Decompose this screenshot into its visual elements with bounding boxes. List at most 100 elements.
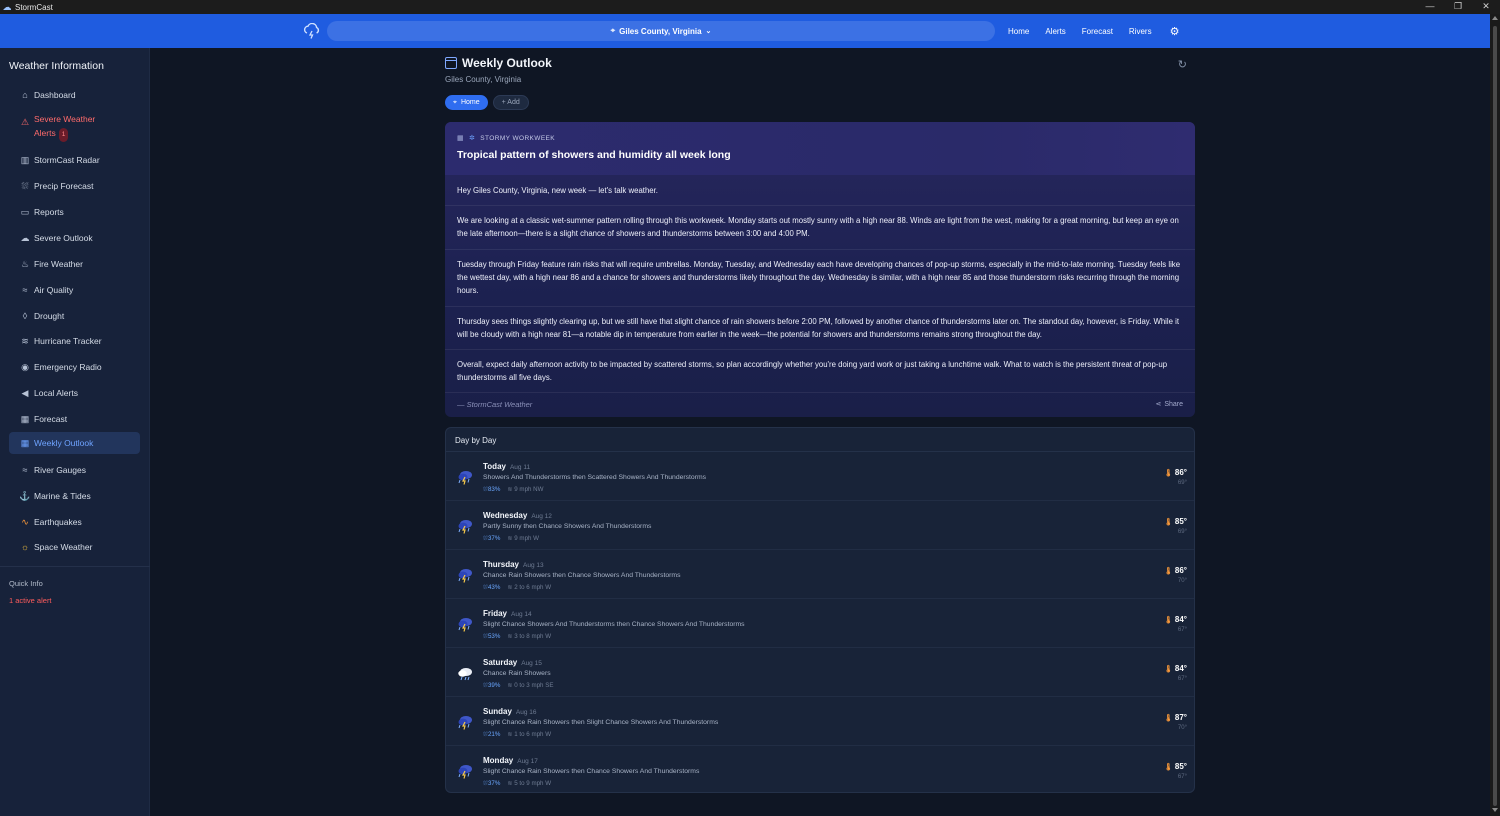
high-temp-value: 84° <box>1174 615 1187 624</box>
flame-icon: ♨ <box>20 258 30 269</box>
gear-icon[interactable]: ⚙ <box>1170 25 1180 38</box>
day-row[interactable]: Wednesday Aug 12 Partly Sunny then Chance … <box>446 501 1194 550</box>
low-temp: 69° <box>1177 529 1187 535</box>
scroll-up-arrow-icon[interactable] <box>1492 16 1498 20</box>
pin-icon: ⌖ <box>453 98 457 106</box>
sidebar-item-severe-weather-alerts[interactable]: ⚠ Severe Weather Alerts 1 <box>9 112 140 142</box>
sidebar-divider <box>0 566 150 567</box>
sidebar-item-stormcast-radar[interactable]: ▥ StormCast Radar <box>9 151 140 169</box>
calendar-icon <box>445 57 457 69</box>
day-row[interactable]: Friday Aug 14 Slight Chance Showers And Th… <box>446 599 1194 648</box>
page-title: Weekly Outlook <box>462 56 552 70</box>
paragraph-divider <box>445 205 1195 206</box>
app-icon: ☁ <box>2 2 12 12</box>
chat-icon: ▭ <box>20 206 30 217</box>
nav-link-rivers[interactable]: Rivers <box>1129 27 1152 36</box>
sun-icon: ☼ <box>20 542 30 552</box>
sidebar-item-air-quality[interactable]: ≈ Air Quality <box>9 281 140 299</box>
day-row[interactable]: Sunday Aug 16 Slight Chance Rain Showers t… <box>446 697 1194 746</box>
sidebar-item-earthquakes[interactable]: ∿ Earthquakes <box>9 513 140 531</box>
thermometer-icon: 🌡︎ <box>1164 666 1173 673</box>
high-temp: 🌡︎ 85° <box>1164 762 1187 771</box>
add-location-chip[interactable]: + Add <box>492 95 529 110</box>
thunderstorm-icon <box>457 469 473 485</box>
story-headline: Tropical pattern of showers and humidity… <box>457 149 731 161</box>
day-row[interactable]: Thursday Aug 13 Chance Rain Showers then C… <box>446 550 1194 599</box>
scroll-down-arrow-icon[interactable] <box>1492 808 1498 812</box>
precip-value: 37% <box>487 535 501 542</box>
day-row[interactable]: Saturday Aug 15 Chance Rain Showers ⛆39% ≋ 0… <box>446 648 1194 697</box>
stormcast-logo-icon[interactable] <box>303 23 321 39</box>
wind-value: 5 to 9 mph W <box>514 780 552 787</box>
storm-icon: ✲ <box>469 135 476 142</box>
sidebar-item-precip-forecast[interactable]: ⛆ Precip Forecast <box>9 177 140 195</box>
day-row[interactable]: Monday Aug 17 Slight Chance Rain Showers t… <box>446 746 1194 792</box>
thunderstorm-icon <box>457 714 473 730</box>
refresh-icon[interactable]: ↻ <box>1178 58 1187 71</box>
day-meta: ⛆83% ≋ 9 mph NW <box>483 486 543 494</box>
day-name: Saturday Aug 15 <box>483 658 542 667</box>
day-row[interactable]: Today Aug 11 Showers And Thunderstorms the… <box>446 452 1194 501</box>
quick-info-alert-link[interactable]: 1 active alert <box>9 596 52 605</box>
sidebar-item-hurricane-tracker[interactable]: ≋ Hurricane Tracker <box>9 332 140 350</box>
sidebar-item-forecast[interactable]: ▦ Forecast <box>9 410 140 428</box>
sidebar-item-label: Weekly Outlook <box>34 438 94 448</box>
nav-links: Home Alerts Forecast Rivers ⚙ <box>1000 14 1187 48</box>
day-date: Aug 15 <box>521 660 542 667</box>
scrollbar-thumb[interactable] <box>1493 26 1497 806</box>
nav-link-alerts[interactable]: Alerts <box>1045 27 1065 36</box>
window-title: StormCast <box>15 2 53 12</box>
sidebar-item-label: Local Alerts <box>34 388 78 398</box>
sidebar-item-local-alerts[interactable]: ◀ Local Alerts <box>9 384 140 402</box>
top-navigation: ⌖ Giles County, Virginia ⌄ Home Alerts F… <box>0 14 1490 48</box>
sidebar-item-severe-outlook[interactable]: ☁ Severe Outlook <box>9 229 140 247</box>
sidebar-item-emergency-radio[interactable]: ◉ Emergency Radio <box>9 358 140 376</box>
share-button[interactable]: ⋖ Share <box>1155 400 1183 408</box>
high-temp-value: 85° <box>1174 762 1187 771</box>
scrollbar[interactable] <box>1490 14 1500 816</box>
home-location-chip[interactable]: ⌖ Home <box>445 95 488 110</box>
story-paragraph: We are looking at a classic wet-summer p… <box>457 216 1179 238</box>
day-name: Today Aug 11 <box>483 462 530 471</box>
location-selector[interactable]: ⌖ Giles County, Virginia ⌄ <box>327 21 995 41</box>
low-temp: 67° <box>1177 627 1187 633</box>
sidebar-item-reports[interactable]: ▭ Reports <box>9 203 140 221</box>
precip-value: 21% <box>487 731 501 738</box>
home-icon: ⌂ <box>22 90 28 100</box>
thunderstorm-icon <box>457 616 473 632</box>
thermometer-icon: 🌡︎ <box>1164 715 1173 722</box>
story-paragraph: Hey Giles County, Virginia, new week — l… <box>457 186 658 195</box>
thermometer-icon: 🌡︎ <box>1164 764 1173 771</box>
sidebar-item-label: Reports <box>34 207 64 217</box>
waves-icon: ≈ <box>22 465 28 475</box>
sidebar-item-label: Severe Outlook <box>34 233 93 243</box>
sidebar-item-marine-tides[interactable]: ⚓ Marine & Tides <box>9 487 140 505</box>
story-kicker-label: STORMY WORKWEEK <box>480 134 556 142</box>
low-temp: 70° <box>1177 578 1187 584</box>
minimize-button[interactable]: — <box>1416 0 1444 14</box>
megaphone-icon: ◀ <box>21 387 29 398</box>
story-kicker: ▦ ✲ STORMY WORKWEEK <box>457 134 556 143</box>
sidebar-item-label: Emergency Radio <box>34 362 102 372</box>
sidebar-item-river-gauges[interactable]: ≈ River Gauges <box>9 461 140 479</box>
nav-link-home[interactable]: Home <box>1008 27 1029 36</box>
close-button[interactable]: ✕ <box>1472 0 1500 14</box>
nav-link-forecast[interactable]: Forecast <box>1082 27 1113 36</box>
sidebar-item-weekly-outlook[interactable]: ▦ Weekly Outlook <box>9 432 140 454</box>
precip-chance: ⛆37% <box>483 780 500 787</box>
day-name: Sunday Aug 16 <box>483 707 537 716</box>
day-date: Aug 12 <box>531 513 552 520</box>
sidebar-item-fire-weather[interactable]: ♨ Fire Weather <box>9 255 140 273</box>
wind-icon: ≈ <box>22 285 28 295</box>
sidebar-item-drought[interactable]: ◊ Drought <box>9 307 140 325</box>
sidebar-item-space-weather[interactable]: ☼ Space Weather <box>9 538 140 556</box>
sidebar-item-dashboard[interactable]: ⌂ Dashboard <box>9 86 140 104</box>
maximize-button[interactable]: ❐ <box>1444 0 1472 14</box>
day-label: Thursday <box>483 560 520 569</box>
high-temp-value: 86° <box>1174 468 1187 477</box>
precip-value: 83% <box>487 486 501 493</box>
precip-chance: ⛆39% <box>483 682 500 689</box>
chevron-down-icon: ⌄ <box>705 28 712 35</box>
high-temp: 🌡︎ 84° <box>1164 615 1187 624</box>
rain-cloud-icon <box>457 665 473 681</box>
